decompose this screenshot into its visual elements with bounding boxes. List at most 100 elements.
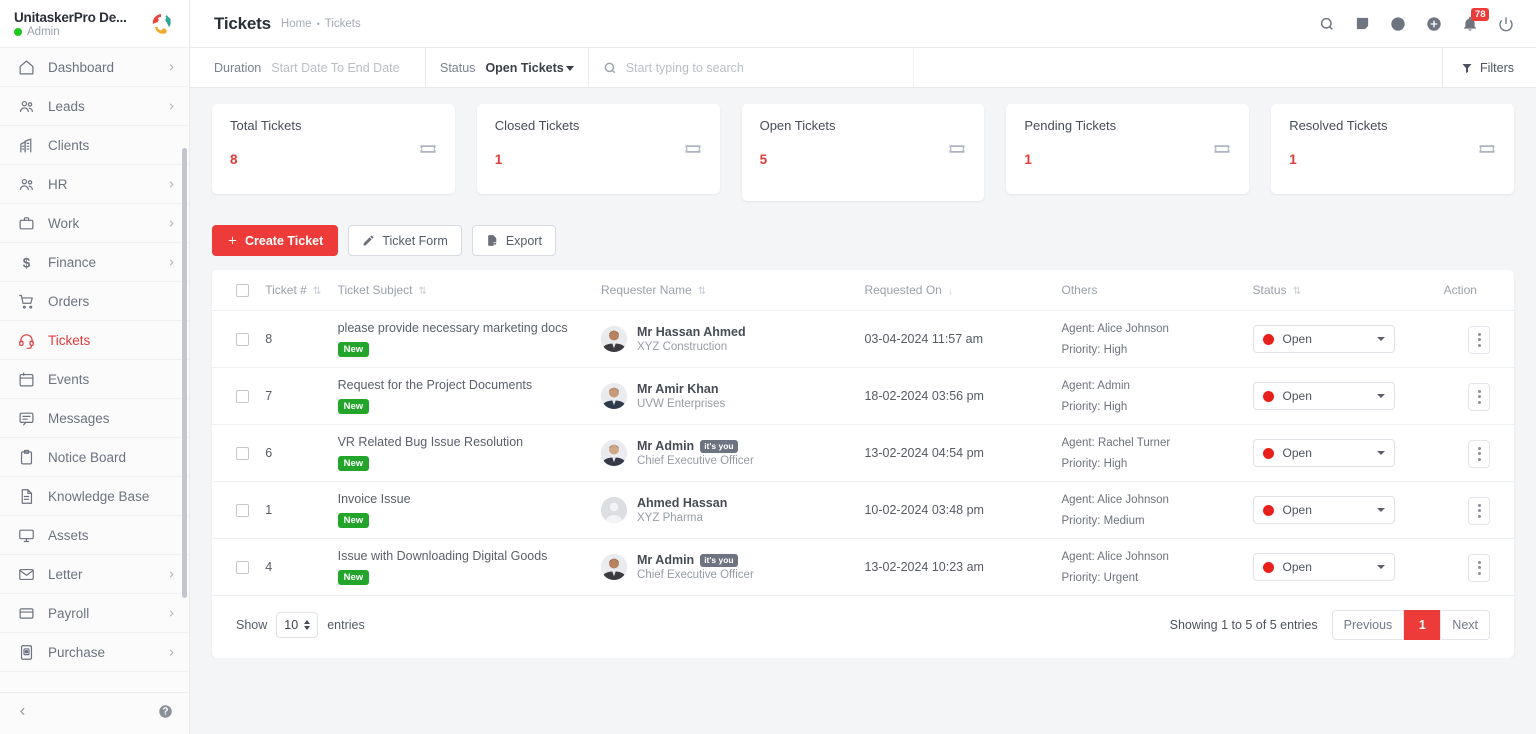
svg-text:$: $ xyxy=(23,255,31,270)
column-header-subject[interactable]: Ticket Subject ⇅ xyxy=(329,270,594,311)
row-checkbox[interactable] xyxy=(236,332,249,346)
status-dropdown[interactable]: Open xyxy=(1252,325,1395,353)
sidebar-item-leads[interactable]: Leads xyxy=(0,87,189,126)
row-actions-menu-button[interactable] xyxy=(1468,382,1490,411)
status-dot-icon xyxy=(1262,390,1274,402)
action-buttons: Create Ticket Ticket Form Export xyxy=(212,225,1514,256)
ticket-subject-text[interactable]: Issue with Downloading Digital Goods xyxy=(338,549,585,563)
status-dropdown[interactable]: Open xyxy=(1252,382,1395,410)
row-checkbox[interactable] xyxy=(236,389,249,403)
requester-texts: Mr Admin it's you Chief Executive Officer xyxy=(637,439,754,467)
ticket-subject-text[interactable]: VR Related Bug Issue Resolution xyxy=(338,435,585,449)
column-label: Action xyxy=(1443,283,1477,297)
stat-card-open-tickets[interactable]: Open Tickets 5 xyxy=(741,104,985,201)
search-icon[interactable] xyxy=(1319,16,1335,32)
sidebar-item-tickets[interactable]: Tickets xyxy=(0,321,189,360)
column-header-status[interactable]: Status ⇅ xyxy=(1244,270,1436,311)
status-dropdown[interactable]: Open xyxy=(1252,553,1395,581)
sidebar-item-finance[interactable]: $ Finance xyxy=(0,243,189,282)
power-icon[interactable] xyxy=(1498,16,1514,32)
pagination-next[interactable]: Next xyxy=(1440,610,1490,640)
help-circle-icon[interactable] xyxy=(158,704,173,724)
sidebar-item-notice-board[interactable]: Notice Board xyxy=(0,438,189,477)
sidebar-item-dashboard[interactable]: Dashboard xyxy=(0,48,189,87)
sidebar-item-orders[interactable]: Orders xyxy=(0,282,189,321)
ticket-subject-text[interactable]: Invoice Issue xyxy=(338,492,585,506)
search-input[interactable] xyxy=(625,60,899,75)
status-dropdown[interactable]: Open xyxy=(1252,439,1395,467)
breadcrumb-home[interactable]: Home xyxy=(281,18,312,30)
sidebar-item-hr[interactable]: HR xyxy=(0,165,189,204)
row-actions-menu-button[interactable] xyxy=(1468,553,1490,582)
select-all-checkbox[interactable] xyxy=(236,283,249,297)
column-header-requested-on[interactable]: Requested On ↓ xyxy=(856,270,1054,311)
document-icon xyxy=(18,488,35,505)
pencil-icon xyxy=(362,234,375,247)
stat-card-closed-tickets[interactable]: Closed Tickets 1 xyxy=(476,104,720,194)
sidebar-item-events[interactable]: Events xyxy=(0,360,189,399)
chevron-down-icon xyxy=(1376,394,1385,398)
row-actions-menu-button[interactable] xyxy=(1468,496,1490,525)
sidebar-item-label: HR xyxy=(48,176,68,192)
row-actions-menu-button[interactable] xyxy=(1468,439,1490,468)
status-filter-value[interactable]: Open Tickets xyxy=(485,61,574,75)
ticket-form-button[interactable]: Ticket Form xyxy=(348,225,462,256)
export-button[interactable]: Export xyxy=(471,225,556,256)
brand-header[interactable]: UnitaskerPro De... Admin xyxy=(0,0,189,48)
status-badge-new: New xyxy=(337,513,370,528)
create-ticket-button[interactable]: Create Ticket xyxy=(212,225,339,256)
row-checkbox[interactable] xyxy=(236,503,249,517)
sidebar-item-letter[interactable]: Letter xyxy=(0,555,189,594)
table-row[interactable]: 6 VR Related Bug Issue Resolution New Mr Ad… xyxy=(212,424,1514,482)
sidebar-item-knowledge-base[interactable]: Knowledge Base xyxy=(0,477,189,516)
clock-icon[interactable] xyxy=(1390,16,1406,32)
ticket-subject-text[interactable]: please provide necessary marketing docs xyxy=(338,321,585,335)
agent-text: Agent: Alice Johnson xyxy=(1061,493,1169,506)
stat-card-resolved-tickets[interactable]: Resolved Tickets 1 xyxy=(1271,104,1514,194)
sidebar-item-work[interactable]: Work xyxy=(0,204,189,243)
row-actions-menu-button[interactable] xyxy=(1468,325,1490,354)
sidebar-item-purchase[interactable]: Purchase xyxy=(0,633,189,672)
table-row[interactable]: 1 Invoice Issue New Ahmed Hassan XYZ Pharma 1… xyxy=(212,481,1514,539)
sidebar-item-messages[interactable]: Messages xyxy=(0,399,189,438)
table-row[interactable]: 8 please provide necessary marketing docs… xyxy=(212,310,1514,368)
agent-text: Agent: Alice Johnson xyxy=(1061,322,1169,335)
chevron-right-icon xyxy=(166,179,177,190)
search-box[interactable] xyxy=(589,48,914,87)
ticket-subject-text[interactable]: Request for the Project Documents xyxy=(338,378,585,392)
priority-text: Priority: High xyxy=(1061,457,1128,470)
status-dropdown[interactable]: Open xyxy=(1252,496,1395,524)
pagination-previous[interactable]: Previous xyxy=(1331,610,1405,640)
sidebar-scrollbar-track[interactable] xyxy=(182,96,188,692)
sidebar-item-clients[interactable]: Clients xyxy=(0,126,189,165)
row-checkbox[interactable] xyxy=(236,560,249,574)
filters-button[interactable]: Filters xyxy=(1443,48,1536,87)
entries-per-page-select[interactable]: 10 xyxy=(276,612,319,638)
status-filter[interactable]: Status Open Tickets xyxy=(426,48,589,87)
chevron-left-icon[interactable] xyxy=(16,705,29,723)
table-row[interactable]: 4 Issue with Downloading Digital Goods New… xyxy=(212,538,1514,596)
stat-title: Open Tickets xyxy=(759,118,836,133)
column-header-ticket-id[interactable]: Ticket # ⇅ xyxy=(257,270,330,311)
note-icon[interactable] xyxy=(1355,16,1370,31)
duration-input[interactable]: Start Date To End Date xyxy=(271,61,399,75)
plus-circle-icon[interactable] xyxy=(1426,16,1442,32)
sidebar-item-assets[interactable]: Assets xyxy=(0,516,189,555)
sidebar-scrollbar-thumb[interactable] xyxy=(182,148,187,598)
row-select-cell xyxy=(212,424,258,482)
status-dot-icon xyxy=(1262,561,1274,573)
sidebar-item-payroll[interactable]: Payroll xyxy=(0,594,189,633)
brand-texts: UnitaskerPro De... Admin xyxy=(14,10,139,38)
row-select-cell xyxy=(212,310,258,368)
row-checkbox[interactable] xyxy=(236,446,249,460)
stat-card-pending-tickets[interactable]: Pending Tickets 1 xyxy=(1006,104,1250,194)
bell-icon[interactable]: 78 xyxy=(1462,7,1489,32)
table-row[interactable]: 7 Request for the Project Documents New Mr … xyxy=(212,367,1514,425)
cell-requester: Mr Admin it's you Chief Executive Officer xyxy=(593,538,857,596)
duration-filter[interactable]: Duration Start Date To End Date xyxy=(190,48,426,87)
briefcase-icon xyxy=(18,215,35,232)
stat-card-total-tickets[interactable]: Total Tickets 8 xyxy=(212,104,455,194)
column-header-requester[interactable]: Requester Name ⇅ xyxy=(593,270,857,311)
pagination-page-1[interactable]: 1 xyxy=(1404,610,1441,640)
cell-others: Agent: Alice Johnson Priority: High xyxy=(1053,310,1245,368)
